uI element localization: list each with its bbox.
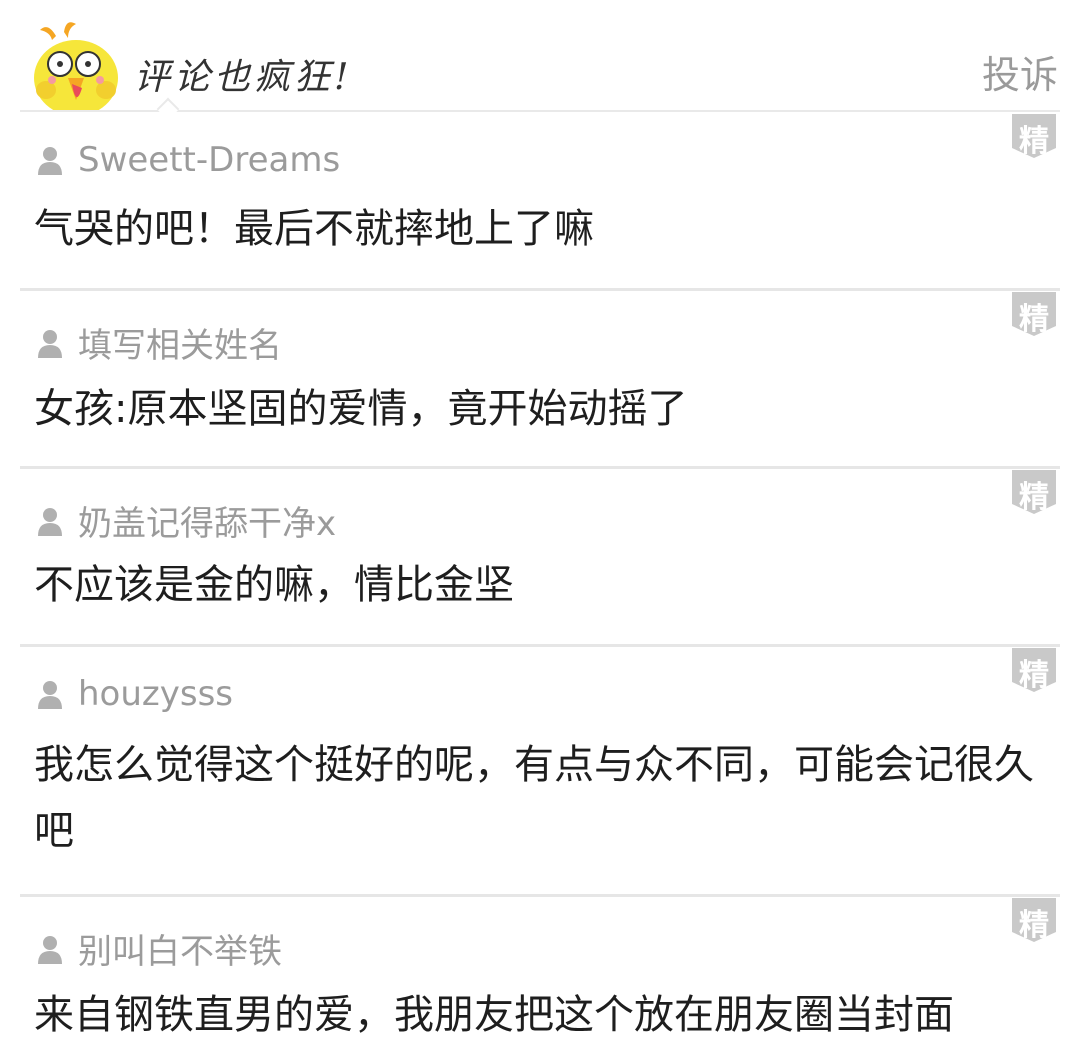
comment-item: 精 填写相关姓名 女孩:原本坚固的爱情，竟开始动摇了 <box>0 288 1080 466</box>
user-icon <box>38 507 62 536</box>
username[interactable]: 别叫白不举铁 <box>78 924 282 973</box>
comments-header: 评论也疯狂! 投诉 <box>0 0 1080 121</box>
comment-item: 精 Sweett-Dreams 气哭的吧！最后不就摔地上了嘛 <box>0 112 1080 288</box>
featured-badge-label: 精 <box>1019 658 1049 693</box>
comment-divider <box>20 894 1060 897</box>
comment-item: 精 别叫白不举铁 来自钢铁直男的爱，我朋友把这个放在朋友圈当封面 <box>0 894 1080 1057</box>
username[interactable]: Sweett-Dreams <box>78 140 340 180</box>
user-icon <box>38 329 62 358</box>
username[interactable]: houzysss <box>78 674 233 714</box>
featured-badge-label: 精 <box>1019 480 1049 515</box>
comment-divider <box>20 466 1060 469</box>
username[interactable]: 填写相关姓名 <box>78 318 282 367</box>
mascot-chick-icon <box>34 22 118 112</box>
comment-item: 精 奶盖记得舔干净x 不应该是金的嘛，情比金坚 <box>0 466 1080 644</box>
comment-text: 我怎么觉得这个挺好的呢，有点与众不同，可能会记很久吧 <box>34 742 1034 854</box>
comment-text: 不应该是金的嘛，情比金坚 <box>34 562 514 608</box>
comment-text: 来自钢铁直男的爱，我朋友把这个放在朋友圈当封面 <box>34 992 954 1038</box>
comment-user: 填写相关姓名 <box>36 318 282 367</box>
user-icon <box>38 681 62 709</box>
comment-text: 气哭的吧！最后不就摔地上了嘛 <box>34 206 594 252</box>
comment-user: Sweett-Dreams <box>36 140 340 180</box>
header-title: 评论也疯狂! <box>134 57 353 98</box>
comment-divider <box>20 644 1060 647</box>
comment-user: 别叫白不举铁 <box>36 924 282 973</box>
comment-user: 奶盖记得舔干净x <box>36 496 336 545</box>
featured-badge-label: 精 <box>1019 302 1049 337</box>
featured-badge-label: 精 <box>1019 124 1049 159</box>
comment-item: 精 houzysss 我怎么觉得这个挺好的呢，有点与众不同，可能会记很久吧 <box>0 644 1080 894</box>
comment-divider <box>20 288 1060 291</box>
report-button[interactable]: 投诉 <box>982 44 1058 99</box>
username[interactable]: 奶盖记得舔干净x <box>78 496 336 545</box>
comment-user: houzysss <box>36 674 233 714</box>
featured-badge-label: 精 <box>1019 908 1049 943</box>
comment-text: 女孩:原本坚固的爱情，竟开始动摇了 <box>34 386 688 432</box>
user-icon <box>38 935 62 964</box>
user-icon <box>38 147 62 175</box>
